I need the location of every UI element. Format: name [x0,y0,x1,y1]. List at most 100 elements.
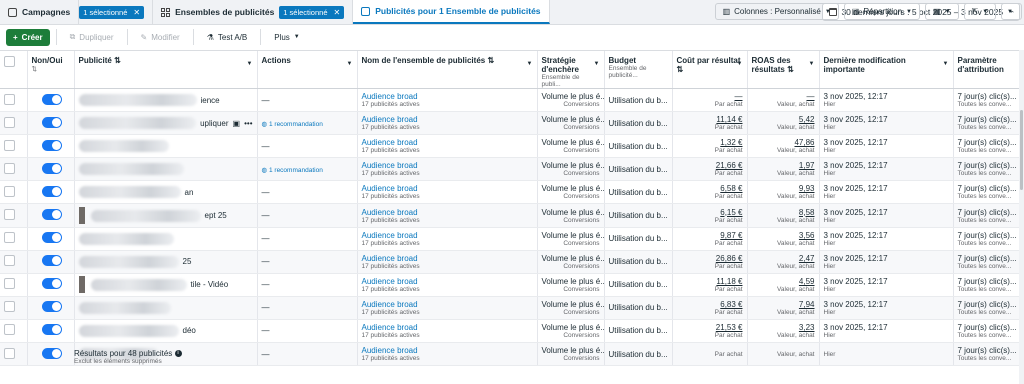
cost-per-result-value[interactable]: 21,53 € [716,323,743,332]
ad-status-toggle[interactable] [41,232,62,244]
recommendation-link[interactable]: ◍ 1 recommandation [262,121,323,128]
cost-per-result-value[interactable]: 11,14 € [716,115,742,124]
table-row[interactable]: — Audience broad 17 publicités actives Volu… [0,296,1024,320]
columns-button[interactable]: ▥ Colonnes : Personnalisé ▼ [714,3,839,20]
cost-per-result-value[interactable]: — [735,92,743,101]
adset-link[interactable]: Audience broad [362,184,418,193]
ab-test-button[interactable]: ⚗ Test A/B [200,29,255,46]
close-icon[interactable]: ✕ [334,8,341,17]
ad-status-toggle[interactable] [41,116,62,128]
adset-link[interactable]: Audience broad [362,138,418,147]
chevron-down-icon[interactable]: ▼ [594,61,600,67]
ad-status-toggle[interactable] [41,139,62,151]
ad-name-cell[interactable]: 25 [74,250,258,274]
cost-per-result-value[interactable]: 6,15 € [720,208,742,217]
recommendation-link[interactable]: ◍ 1 recommandation [262,167,323,174]
table-row[interactable]: tile - Vidéo — Audience broad 17 publicités… [0,273,1024,297]
chevron-down-icon[interactable]: ▼ [809,61,815,67]
row-checkbox[interactable] [4,185,15,197]
table-row[interactable]: ience — Audience broad 17 publicités active… [0,88,1024,113]
ad-status-toggle[interactable] [41,162,62,174]
ad-name-cell[interactable] [74,227,258,251]
roas-value[interactable]: 8,58 [799,208,815,217]
row-checkbox[interactable] [4,278,15,290]
tab-campaigns[interactable]: Campagnes [0,0,80,24]
adset-link[interactable]: Audience broad [362,92,418,101]
roas-header[interactable]: ROAS des résultats ⇅ ▼ [747,51,820,89]
adset-link[interactable]: Audience broad [362,115,418,124]
chevron-down-icon[interactable]: ▼ [247,61,253,67]
ad-status-toggle[interactable] [41,209,62,221]
roas-value[interactable]: 3,56 [799,231,815,240]
info-icon[interactable]: i [174,350,182,358]
table-row[interactable]: déo — Audience broad 17 publicités actives V… [0,319,1024,344]
ad-name-cell[interactable]: déo [74,319,258,344]
reports-button[interactable]: ▦ ▼ [925,3,959,20]
adset-link[interactable]: Audience broad [362,346,418,355]
chevron-down-icon[interactable]: ▼ [737,61,743,67]
cost-per-result-value[interactable]: 26,86 € [716,254,743,263]
row-checkbox[interactable] [4,162,15,174]
adset-link[interactable]: Audience broad [362,277,418,286]
roas-value[interactable]: 4,59 [799,277,815,286]
more-button[interactable]: Plus ▼ [267,29,307,46]
ad-name-cell[interactable]: upliquer ▣ ••• [74,111,258,136]
adset-link[interactable]: Audience broad [362,254,418,263]
ad-name-cell[interactable] [74,157,258,182]
cost-per-result-value[interactable]: 6,83 € [720,300,742,309]
ad-status-toggle[interactable] [41,347,62,359]
row-checkbox[interactable] [4,116,15,128]
ad-status-toggle[interactable] [41,301,62,313]
ad-name-cell[interactable]: tile - Vidéo [74,273,258,297]
adset-link[interactable]: Audience broad [362,208,418,217]
attribution-header[interactable]: Paramètre d'attribution [953,51,1024,89]
roas-value[interactable]: 3,23 [799,323,815,332]
adsets-selection-chip[interactable]: 1 sélectionné ✕ [279,5,345,19]
ad-name-cell[interactable] [74,296,258,320]
tab-adsets[interactable]: Ensembles de publicités 1 sélectionné ✕ [153,0,354,24]
edit-button[interactable]: ✎ Modifier [134,29,187,46]
roas-value[interactable]: — [807,92,815,101]
budget-header[interactable]: Budget Ensemble de publicité... [604,51,673,89]
table-row[interactable]: — Audience broad 17 publicités actives Volu… [0,227,1024,251]
tab-ads[interactable]: Publicités pour 1 Ensemble de publicités [353,0,550,24]
adset-name-header[interactable]: Nom de l'ensemble de publicités ⇅ ▼ [357,51,538,89]
ad-status-toggle[interactable] [41,185,62,197]
ad-name-cell[interactable] [74,134,258,159]
ad-status-toggle[interactable] [41,278,62,290]
chevron-down-icon[interactable]: ▼ [347,61,353,67]
row-checkbox[interactable] [4,93,15,105]
select-all-checkbox[interactable] [4,56,15,67]
chevron-down-icon[interactable]: ▼ [943,61,949,67]
duplicate-button[interactable]: ⧉ Dupliquer [63,29,121,46]
more-options-icon[interactable]: ••• [244,119,252,128]
table-row[interactable]: — Audience broad 17 publicités actives Volu… [0,134,1024,159]
table-row[interactable]: ◍ 1 recommandation Audience broad 17 publi… [0,157,1024,182]
cost-per-result-value[interactable]: 6,58 € [720,184,742,193]
row-checkbox[interactable] [4,347,15,359]
export-button[interactable]: ⇱ ▼ [963,3,997,20]
toggle-header[interactable]: Non/Oui ⇅ [27,51,75,89]
ad-status-toggle[interactable] [41,255,62,267]
ad-name-cell[interactable]: ept 25 [74,203,258,228]
last-edit-header[interactable]: Dernière modification importante ▼ [819,51,954,89]
adset-link[interactable]: Audience broad [362,300,418,309]
bid-strategy-header[interactable]: Stratégie d'enchère Ensemble de publi... ▼ [537,51,605,89]
ad-name-cell[interactable]: ience [74,88,258,113]
preview-icon[interactable]: ▣ [233,119,241,128]
cost-per-result-value[interactable]: 21,66 € [716,161,743,170]
table-row[interactable]: 25— Audience broad 17 publicités actives Vo… [0,250,1024,274]
ad-status-toggle[interactable] [41,93,62,105]
actions-header[interactable]: Actions ▼ [257,51,358,89]
row-checkbox[interactable] [4,232,15,244]
adset-link[interactable]: Audience broad [362,161,418,170]
row-checkbox[interactable] [4,209,15,221]
chart-button[interactable]: ⌁ [1001,3,1022,20]
roas-value[interactable]: 2,47 [799,254,815,263]
roas-value[interactable]: 1,97 [799,161,815,170]
table-row[interactable]: upliquer ▣ ••• ◍ 1 recommandation Audience b… [0,111,1024,136]
adset-link[interactable]: Audience broad [362,231,418,240]
roas-value[interactable]: 5,42 [799,115,815,124]
ad-status-toggle[interactable] [41,324,62,336]
adset-link[interactable]: Audience broad [362,323,418,332]
